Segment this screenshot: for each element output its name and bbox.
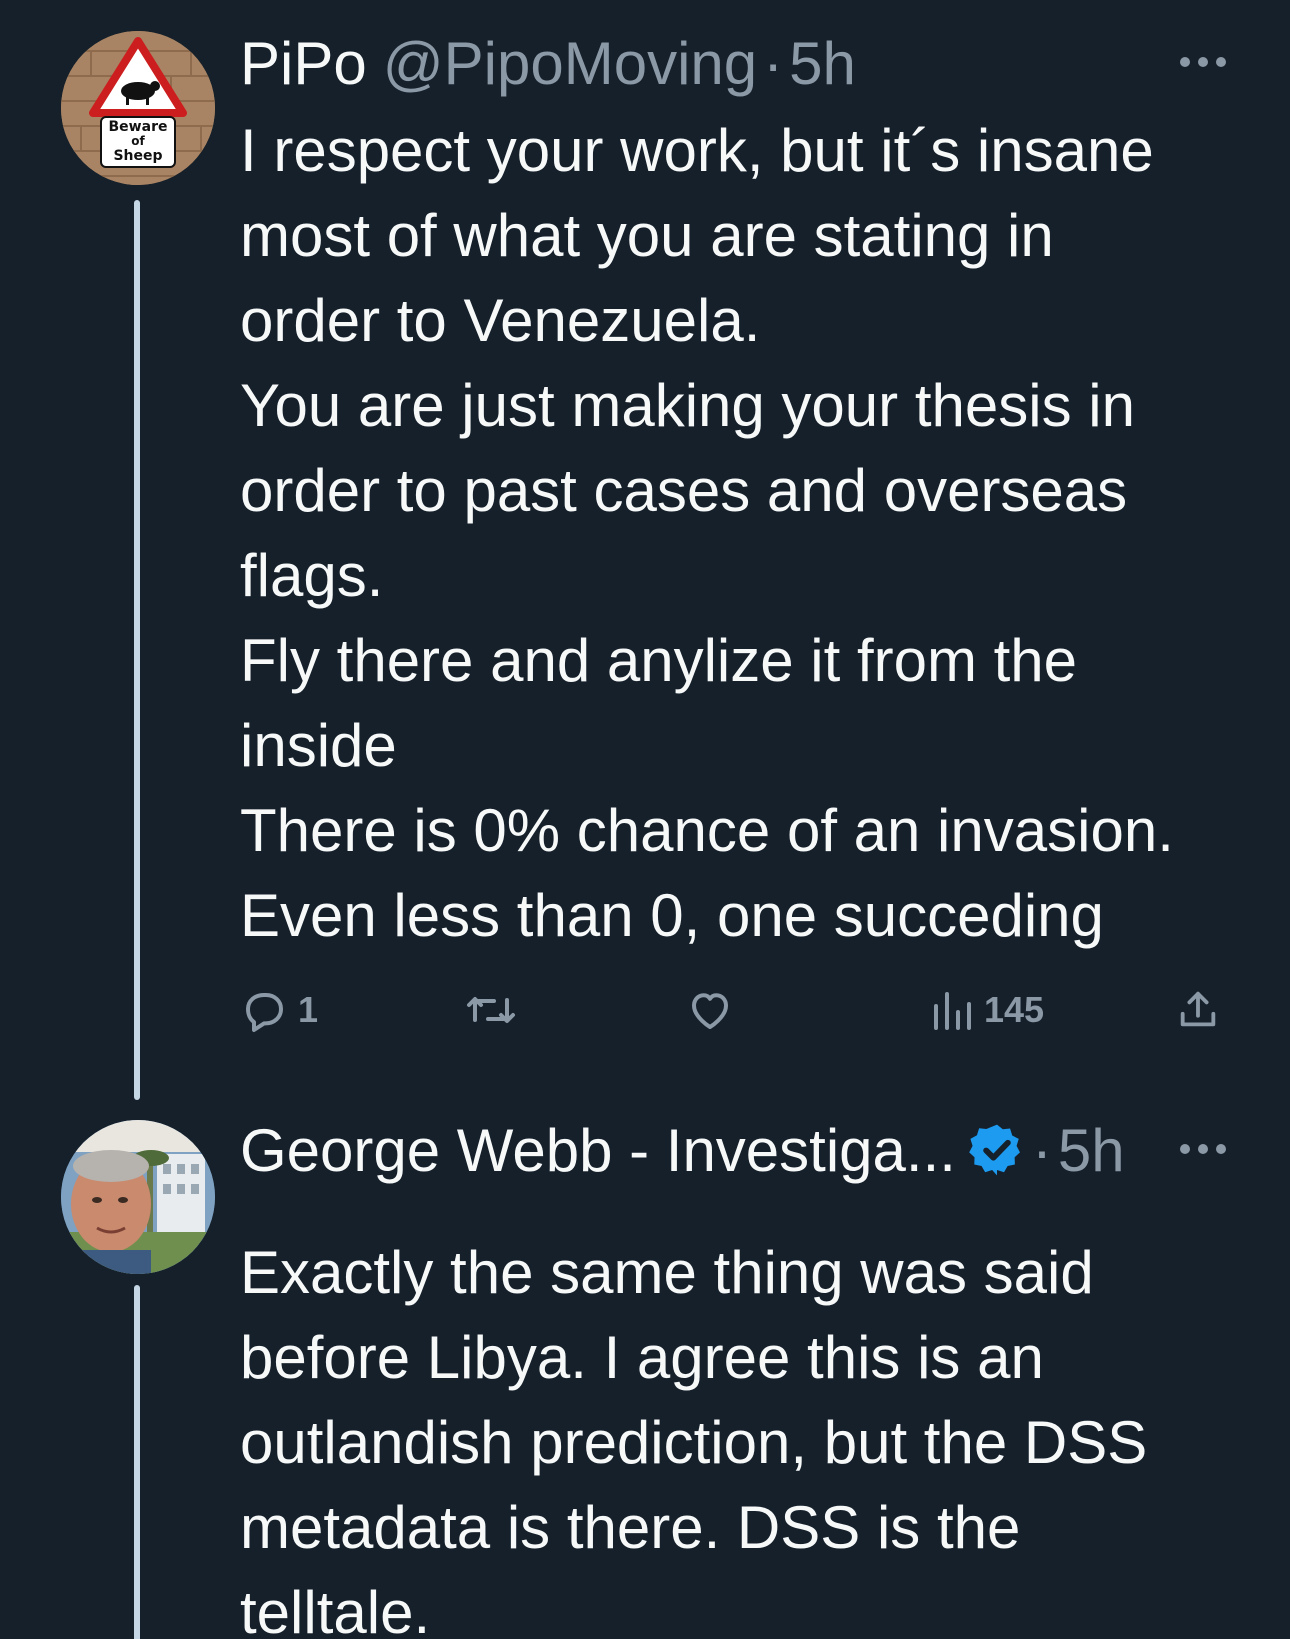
share-button[interactable] [1175, 980, 1221, 1040]
text-line: before Libya. I agree this is an [240, 1324, 1044, 1391]
beware-of-sheep-avatar-image: Beware of Sheep [61, 31, 215, 185]
action-bar: 1 145 [240, 980, 1230, 1040]
thread-line [134, 200, 140, 1100]
more-icon[interactable] [1180, 1142, 1226, 1156]
sign-line-2: of [131, 134, 145, 148]
avatar-george-webb[interactable] [61, 1120, 215, 1274]
sign-line-1: Beware [109, 119, 168, 135]
sign-line-3: Sheep [113, 148, 162, 164]
like-button[interactable] [685, 980, 745, 1040]
separator-dot: · [763, 29, 784, 97]
text-line: outlandish prediction, but the DSS [240, 1409, 1148, 1476]
text-line: most of what you are stating in [240, 202, 1054, 269]
views-button[interactable]: 145 [930, 980, 1044, 1040]
views-icon [934, 992, 971, 1030]
heart-icon [692, 993, 728, 1029]
tweet-text: Exactly the same thing was said before L… [240, 1230, 1240, 1639]
text-line: telltale. [240, 1579, 431, 1639]
text-line: inside [240, 712, 397, 779]
separator-dot: · [1031, 1116, 1052, 1184]
reply-icon [246, 993, 283, 1032]
tweet-header: PiPo @PipoMoving · 5h [240, 28, 856, 98]
display-name[interactable]: PiPo [240, 29, 367, 98]
text-line: Fly there and anylize it from the [240, 627, 1078, 694]
retweet-button[interactable] [465, 980, 527, 1040]
avatar-pipo[interactable]: Beware of Sheep [61, 31, 215, 185]
more-icon[interactable] [1180, 55, 1226, 69]
retweet-icon [467, 997, 515, 1023]
tweet-pipo[interactable]: Beware of Sheep PiPo @PipoMoving · 5h I … [0, 0, 1290, 1100]
text-line: Exactly the same thing was said [240, 1239, 1094, 1306]
timestamp[interactable]: 5h [1058, 1116, 1125, 1185]
tweet-header: George Webb - Investiga... · 5h [240, 1115, 1125, 1185]
reply-button[interactable]: 1 [240, 980, 318, 1040]
timestamp[interactable]: 5h [789, 29, 856, 98]
text-line: order to past cases and overseas [240, 457, 1128, 524]
text-line: You are just making your thesis in [240, 372, 1135, 439]
tweet-text: I respect your work, but it´s insane mos… [240, 108, 1240, 958]
text-line: flags. [240, 542, 384, 609]
share-icon [1180, 991, 1216, 1027]
text-line: order to Venezuela. [240, 287, 761, 354]
text-line: metadata is there. DSS is the [240, 1494, 1021, 1561]
text-line: I respect your work, but it´s insane [240, 117, 1154, 184]
profile-photo [61, 1120, 215, 1274]
views-count: 145 [984, 989, 1045, 1030]
text-line: Even less than 0, one succeding [240, 882, 1104, 949]
reply-count: 1 [298, 989, 319, 1030]
thread-line [134, 1285, 140, 1639]
tweet-george-webb[interactable]: George Webb - Investiga... · 5h Exactly … [0, 1080, 1290, 1639]
verified-badge-icon[interactable] [968, 1121, 1026, 1179]
text-line: There is 0% chance of an invasion. [240, 797, 1174, 864]
handle[interactable]: @PipoMoving [383, 29, 757, 98]
display-name[interactable]: George Webb - Investiga... [240, 1116, 956, 1185]
